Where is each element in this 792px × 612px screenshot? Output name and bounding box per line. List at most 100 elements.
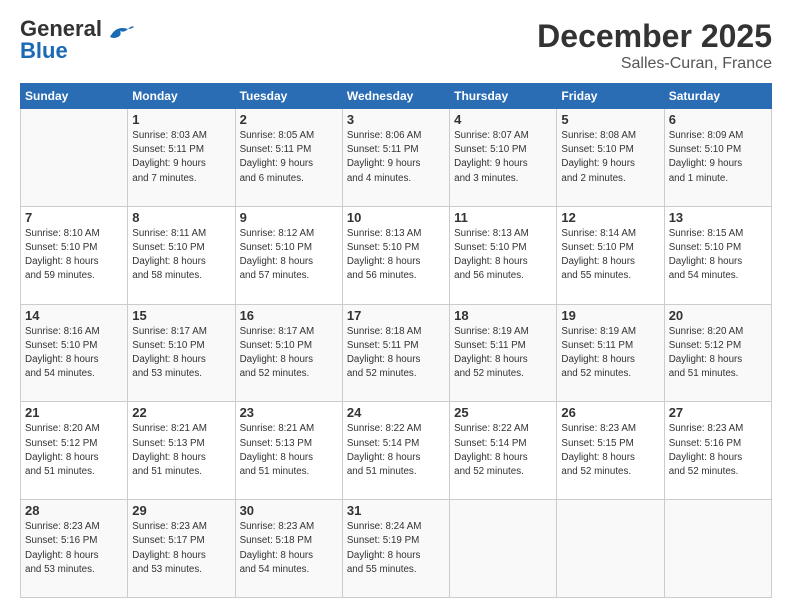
calendar-cell: 28 Sunrise: 8:23 AM Sunset: 5:16 PM Dayli… xyxy=(21,500,128,598)
day-number: 19 xyxy=(561,308,659,323)
day-number: 14 xyxy=(25,308,123,323)
day-number: 27 xyxy=(669,405,767,420)
calendar-cell: 6 Sunrise: 8:09 AM Sunset: 5:10 PM Daylig… xyxy=(664,109,771,207)
location: Salles-Curan, France xyxy=(537,55,772,73)
day-number: 21 xyxy=(25,405,123,420)
header: General Blue December 2025 Salles-Curan,… xyxy=(20,18,772,73)
calendar-cell: 3Sunrise: 8:06 AM Sunset: 5:11 PM Daylig… xyxy=(342,109,449,207)
calendar-cell: 14 Sunrise: 8:16 AM Sunset: 5:10 PM Dayli… xyxy=(21,304,128,402)
calendar-cell: 13Sunrise: 8:15 AM Sunset: 5:10 PM Dayli… xyxy=(664,206,771,304)
calendar-cell xyxy=(450,500,557,598)
calendar-week-row: 28 Sunrise: 8:23 AM Sunset: 5:16 PM Dayli… xyxy=(21,500,772,598)
calendar-cell: 29 Sunrise: 8:23 AM Sunset: 5:17 PM Dayli… xyxy=(128,500,235,598)
day-info: Sunrise: 8:13 AM Sunset: 5:10 PM Dayligh… xyxy=(454,227,552,284)
calendar-cell: 9 Sunrise: 8:12 AM Sunset: 5:10 PM Daylig… xyxy=(235,206,342,304)
calendar-cell: 20Sunrise: 8:20 AM Sunset: 5:12 PM Dayli… xyxy=(664,304,771,402)
day-number: 29 xyxy=(132,503,230,518)
day-number: 6 xyxy=(669,112,767,127)
day-info: Sunrise: 8:17 AM Sunset: 5:10 PM Dayligh… xyxy=(240,325,338,382)
day-number: 4 xyxy=(454,112,552,127)
day-number: 10 xyxy=(347,210,445,225)
day-info: Sunrise: 8:11 AM Sunset: 5:10 PM Dayligh… xyxy=(132,227,230,284)
logo: General Blue xyxy=(20,18,134,62)
calendar-cell: 22 Sunrise: 8:21 AM Sunset: 5:13 PM Dayli… xyxy=(128,402,235,500)
day-info: Sunrise: 8:12 AM Sunset: 5:10 PM Dayligh… xyxy=(240,227,338,284)
day-number: 22 xyxy=(132,405,230,420)
calendar-cell: 21 Sunrise: 8:20 AM Sunset: 5:12 PM Dayli… xyxy=(21,402,128,500)
calendar-cell: 16Sunrise: 8:17 AM Sunset: 5:10 PM Dayli… xyxy=(235,304,342,402)
day-info: Sunrise: 8:16 AM Sunset: 5:10 PM Dayligh… xyxy=(25,325,123,382)
calendar-header-tuesday: Tuesday xyxy=(235,84,342,109)
day-info: Sunrise: 8:23 AM Sunset: 5:18 PM Dayligh… xyxy=(240,520,338,577)
title-block: December 2025 Salles-Curan, France xyxy=(537,18,772,73)
calendar-cell: 5Sunrise: 8:08 AM Sunset: 5:10 PM Daylig… xyxy=(557,109,664,207)
day-info: Sunrise: 8:22 AM Sunset: 5:14 PM Dayligh… xyxy=(347,422,445,479)
calendar-header-friday: Friday xyxy=(557,84,664,109)
calendar-cell: 25 Sunrise: 8:22 AM Sunset: 5:14 PM Dayli… xyxy=(450,402,557,500)
day-info: Sunrise: 8:24 AM Sunset: 5:19 PM Dayligh… xyxy=(347,520,445,577)
calendar-cell xyxy=(557,500,664,598)
calendar-cell: 1 Sunrise: 8:03 AM Sunset: 5:11 PM Daylig… xyxy=(128,109,235,207)
day-info: Sunrise: 8:17 AM Sunset: 5:10 PM Dayligh… xyxy=(132,325,230,382)
day-number: 1 xyxy=(132,112,230,127)
calendar-cell: 24 Sunrise: 8:22 AM Sunset: 5:14 PM Dayli… xyxy=(342,402,449,500)
day-number: 12 xyxy=(561,210,659,225)
calendar-header-sunday: Sunday xyxy=(21,84,128,109)
calendar-cell: 8 Sunrise: 8:11 AM Sunset: 5:10 PM Daylig… xyxy=(128,206,235,304)
calendar-cell: 18Sunrise: 8:19 AM Sunset: 5:11 PM Dayli… xyxy=(450,304,557,402)
day-info: Sunrise: 8:20 AM Sunset: 5:12 PM Dayligh… xyxy=(25,422,123,479)
day-info: Sunrise: 8:13 AM Sunset: 5:10 PM Dayligh… xyxy=(347,227,445,284)
day-number: 2 xyxy=(240,112,338,127)
day-number: 13 xyxy=(669,210,767,225)
day-number: 23 xyxy=(240,405,338,420)
day-info: Sunrise: 8:22 AM Sunset: 5:14 PM Dayligh… xyxy=(454,422,552,479)
day-number: 31 xyxy=(347,503,445,518)
calendar-cell: 26 Sunrise: 8:23 AM Sunset: 5:15 PM Dayli… xyxy=(557,402,664,500)
calendar-cell: 10 Sunrise: 8:13 AM Sunset: 5:10 PM Dayli… xyxy=(342,206,449,304)
day-info: Sunrise: 8:03 AM Sunset: 5:11 PM Dayligh… xyxy=(132,129,230,186)
day-number: 8 xyxy=(132,210,230,225)
calendar-cell: 11 Sunrise: 8:13 AM Sunset: 5:10 PM Dayli… xyxy=(450,206,557,304)
calendar-cell: 31 Sunrise: 8:24 AM Sunset: 5:19 PM Dayli… xyxy=(342,500,449,598)
month-title: December 2025 xyxy=(537,18,772,55)
calendar-header-thursday: Thursday xyxy=(450,84,557,109)
day-number: 11 xyxy=(454,210,552,225)
day-number: 17 xyxy=(347,308,445,323)
day-number: 26 xyxy=(561,405,659,420)
calendar-cell: 27 Sunrise: 8:23 AM Sunset: 5:16 PM Dayli… xyxy=(664,402,771,500)
calendar-week-row: 14 Sunrise: 8:16 AM Sunset: 5:10 PM Dayli… xyxy=(21,304,772,402)
calendar-header-wednesday: Wednesday xyxy=(342,84,449,109)
calendar-cell xyxy=(664,500,771,598)
day-info: Sunrise: 8:09 AM Sunset: 5:10 PM Dayligh… xyxy=(669,129,767,186)
day-info: Sunrise: 8:06 AM Sunset: 5:11 PM Dayligh… xyxy=(347,129,445,186)
day-number: 25 xyxy=(454,405,552,420)
day-number: 7 xyxy=(25,210,123,225)
calendar-header-monday: Monday xyxy=(128,84,235,109)
calendar-week-row: 21 Sunrise: 8:20 AM Sunset: 5:12 PM Dayli… xyxy=(21,402,772,500)
day-number: 18 xyxy=(454,308,552,323)
calendar-cell: 30 Sunrise: 8:23 AM Sunset: 5:18 PM Dayli… xyxy=(235,500,342,598)
day-number: 20 xyxy=(669,308,767,323)
day-number: 24 xyxy=(347,405,445,420)
day-number: 15 xyxy=(132,308,230,323)
calendar-header-saturday: Saturday xyxy=(664,84,771,109)
day-number: 30 xyxy=(240,503,338,518)
day-info: Sunrise: 8:23 AM Sunset: 5:15 PM Dayligh… xyxy=(561,422,659,479)
calendar-cell: 19Sunrise: 8:19 AM Sunset: 5:11 PM Dayli… xyxy=(557,304,664,402)
logo-blue: Blue xyxy=(20,38,68,63)
calendar-cell: 23Sunrise: 8:21 AM Sunset: 5:13 PM Dayli… xyxy=(235,402,342,500)
calendar-page: General Blue December 2025 Salles-Curan,… xyxy=(0,0,792,612)
calendar-header-row: SundayMondayTuesdayWednesdayThursdayFrid… xyxy=(21,84,772,109)
calendar-cell: 2Sunrise: 8:05 AM Sunset: 5:11 PM Daylig… xyxy=(235,109,342,207)
calendar-cell: 12Sunrise: 8:14 AM Sunset: 5:10 PM Dayli… xyxy=(557,206,664,304)
day-info: Sunrise: 8:23 AM Sunset: 5:16 PM Dayligh… xyxy=(25,520,123,577)
day-number: 28 xyxy=(25,503,123,518)
day-info: Sunrise: 8:18 AM Sunset: 5:11 PM Dayligh… xyxy=(347,325,445,382)
calendar-cell: 15 Sunrise: 8:17 AM Sunset: 5:10 PM Dayli… xyxy=(128,304,235,402)
day-info: Sunrise: 8:23 AM Sunset: 5:17 PM Dayligh… xyxy=(132,520,230,577)
day-info: Sunrise: 8:23 AM Sunset: 5:16 PM Dayligh… xyxy=(669,422,767,479)
day-info: Sunrise: 8:21 AM Sunset: 5:13 PM Dayligh… xyxy=(132,422,230,479)
day-number: 9 xyxy=(240,210,338,225)
day-info: Sunrise: 8:07 AM Sunset: 5:10 PM Dayligh… xyxy=(454,129,552,186)
calendar-table: SundayMondayTuesdayWednesdayThursdayFrid… xyxy=(20,83,772,598)
